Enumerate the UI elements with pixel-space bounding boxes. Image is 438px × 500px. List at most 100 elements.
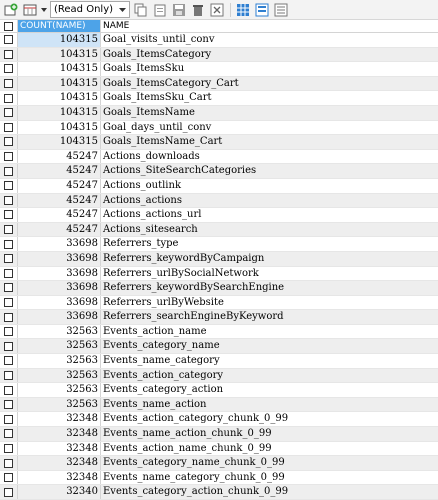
cell-count[interactable]: 104315 <box>18 105 101 120</box>
table-row[interactable]: 32563 Events_action_category <box>0 368 438 384</box>
cell-name[interactable]: Events_action_category_chunk_0_99 <box>101 412 438 426</box>
cell-count[interactable]: 32563 <box>18 383 101 397</box>
row-checkbox[interactable] <box>0 456 18 470</box>
cell-count[interactable]: 45247 <box>18 222 101 237</box>
row-checkbox[interactable] <box>0 33 18 47</box>
copy-icon[interactable] <box>132 2 150 18</box>
cell-name[interactable]: Events_category_name_chunk_0_99 <box>101 456 438 470</box>
table-row[interactable]: 33698 Referrers_urlByWebsite <box>0 295 438 311</box>
table-row[interactable]: 104315 Goals_ItemsName_Cart <box>0 135 438 150</box>
cell-count[interactable]: 32563 <box>18 339 101 354</box>
row-checkbox[interactable] <box>0 339 18 354</box>
cell-count[interactable]: 33698 <box>18 281 101 295</box>
cell-count[interactable]: 32348 <box>18 441 101 456</box>
table-row[interactable]: 33698 Referrers_searchEngineByKeyword <box>0 310 438 325</box>
cell-count[interactable]: 104315 <box>18 33 101 47</box>
columns-icon[interactable] <box>21 2 39 18</box>
paste-icon[interactable] <box>151 2 169 18</box>
row-checkbox[interactable] <box>0 164 18 178</box>
cell-count[interactable]: 104315 <box>18 62 101 76</box>
row-checkbox[interactable] <box>0 470 18 485</box>
row-checkbox[interactable] <box>0 178 18 193</box>
cell-count[interactable]: 32348 <box>18 456 101 470</box>
table-row[interactable]: 33698 Referrers_keywordByCampaign <box>0 251 438 267</box>
row-checkbox[interactable] <box>0 485 18 499</box>
cell-name[interactable]: Goals_ItemsCategory_Cart <box>101 77 438 91</box>
cell-count[interactable]: 32348 <box>18 427 101 441</box>
cell-name[interactable]: Actions_outlink <box>101 179 438 193</box>
cell-count[interactable]: 104315 <box>18 76 101 91</box>
row-checkbox[interactable] <box>0 76 18 91</box>
row-checkbox[interactable] <box>0 62 18 76</box>
cell-name[interactable]: Actions_SiteSearchCategories <box>101 164 438 178</box>
cell-name[interactable]: Actions_sitesearch <box>101 223 438 237</box>
form-view-icon[interactable] <box>253 2 271 18</box>
cell-count[interactable]: 45247 <box>18 178 101 193</box>
cell-count[interactable]: 32340 <box>18 485 101 499</box>
cell-name[interactable]: Goal_visits_until_conv <box>101 33 438 47</box>
cell-name[interactable]: Referrers_searchEngineByKeyword <box>101 310 438 324</box>
table-row[interactable]: 33698 Referrers_urlBySocialNetwork <box>0 266 438 282</box>
table-row[interactable]: 104315 Goal_days_until_conv <box>0 120 438 136</box>
cell-name[interactable]: Referrers_keywordBySearchEngine <box>101 281 438 295</box>
delete-icon[interactable] <box>189 2 207 18</box>
cell-name[interactable]: Goal_days_until_conv <box>101 121 438 135</box>
table-row[interactable]: 104315 Goals_ItemsSku_Cart <box>0 91 438 106</box>
table-row[interactable]: 32563 Events_action_name <box>0 324 438 340</box>
cell-name[interactable]: Events_category_action_chunk_0_99 <box>101 485 438 499</box>
cell-name[interactable]: Events_name_action_chunk_0_99 <box>101 427 438 441</box>
row-checkbox[interactable] <box>0 120 18 135</box>
cancel-icon[interactable] <box>208 2 226 18</box>
cell-name[interactable]: Actions_actions_url <box>101 208 438 222</box>
cell-count[interactable]: 32348 <box>18 470 101 485</box>
cell-name[interactable]: Events_name_category_chunk_0_99 <box>101 471 438 485</box>
row-checkbox[interactable] <box>0 135 18 149</box>
table-row[interactable]: 104315 Goals_ItemsCategory <box>0 47 438 63</box>
row-checkbox[interactable] <box>0 368 18 383</box>
table-row[interactable]: 33698 Referrers_keywordBySearchEngine <box>0 281 438 296</box>
table-row[interactable]: 104315 Goal_visits_until_conv <box>0 33 438 48</box>
cell-count[interactable]: 32563 <box>18 397 101 412</box>
cell-name[interactable]: Events_name_action <box>101 398 438 412</box>
text-view-icon[interactable] <box>272 2 290 18</box>
cell-count[interactable]: 33698 <box>18 310 101 324</box>
row-checkbox[interactable] <box>0 47 18 62</box>
cell-name[interactable]: Events_category_action <box>101 383 438 397</box>
row-checkbox[interactable] <box>0 193 18 208</box>
table-row[interactable]: 32348 Events_name_action_chunk_0_99 <box>0 427 438 442</box>
row-checkbox[interactable] <box>0 91 18 105</box>
cell-name[interactable]: Referrers_keywordByCampaign <box>101 252 438 266</box>
table-row[interactable]: 32348 Events_action_name_chunk_0_99 <box>0 441 438 457</box>
row-checkbox[interactable] <box>0 310 18 324</box>
cell-count[interactable]: 45247 <box>18 149 101 164</box>
table-row[interactable]: 32348 Events_action_category_chunk_0_99 <box>0 412 438 428</box>
cell-count[interactable]: 104315 <box>18 135 101 149</box>
cell-name[interactable]: Goals_ItemsSku_Cart <box>101 91 438 105</box>
row-checkbox[interactable] <box>0 397 18 412</box>
cell-name[interactable]: Goals_ItemsName_Cart <box>101 135 438 149</box>
column-header-count[interactable]: COUNT(NAME) <box>18 20 101 32</box>
table-row[interactable]: 32563 Events_name_category <box>0 354 438 369</box>
table-row[interactable]: 104315 Goals_ItemsName <box>0 105 438 121</box>
row-checkbox[interactable] <box>0 281 18 295</box>
cell-count[interactable]: 104315 <box>18 91 101 105</box>
table-row[interactable]: 32348 Events_category_name_chunk_0_99 <box>0 456 438 471</box>
add-row-icon[interactable] <box>2 2 20 18</box>
mode-select[interactable]: (Read Only) <box>50 1 130 18</box>
cell-count[interactable]: 32563 <box>18 324 101 339</box>
cell-name[interactable]: Goals_ItemsName <box>101 106 438 120</box>
row-checkbox[interactable] <box>0 295 18 310</box>
row-checkbox[interactable] <box>0 354 18 368</box>
cell-name[interactable]: Referrers_urlByWebsite <box>101 296 438 310</box>
row-checkbox[interactable] <box>0 441 18 456</box>
row-checkbox[interactable] <box>0 383 18 397</box>
grid-view-icon[interactable] <box>234 2 252 18</box>
table-row[interactable]: 104315 Goals_ItemsCategory_Cart <box>0 76 438 92</box>
cell-name[interactable]: Actions_actions <box>101 194 438 208</box>
cell-name[interactable]: Events_category_name <box>101 339 438 353</box>
cell-count[interactable]: 45247 <box>18 164 101 178</box>
row-checkbox[interactable] <box>0 237 18 251</box>
cell-count[interactable]: 33698 <box>18 295 101 310</box>
cell-name[interactable]: Events_action_name <box>101 325 438 339</box>
row-checkbox[interactable] <box>0 412 18 427</box>
